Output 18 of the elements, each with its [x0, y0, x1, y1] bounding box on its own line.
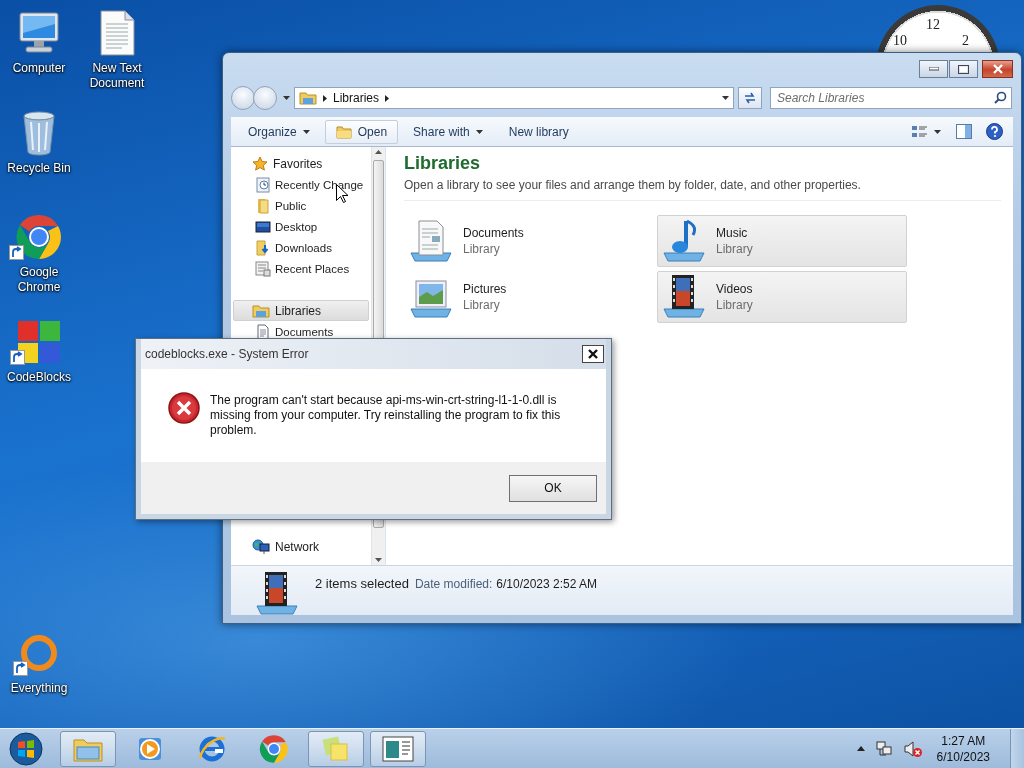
library-name: Videos	[716, 282, 753, 296]
clock-numeral: 12	[926, 17, 940, 32]
page-heading: Libraries	[404, 153, 482, 174]
library-name: Music	[716, 226, 749, 240]
page-description: Open a library to see your files and arrange them by folder, date, and other properties.	[404, 178, 1001, 201]
detail-label: Date modified:	[414, 577, 493, 591]
library-type: Library	[716, 242, 753, 256]
selection-count: 2 items selected	[315, 576, 409, 591]
library-name: Pictures	[463, 282, 507, 296]
clock-numeral: 2	[962, 33, 969, 48]
clock-numeral: 10	[893, 33, 907, 48]
library-type: Library	[463, 242, 501, 256]
library-type: Library	[463, 298, 501, 312]
detail-value: 6/10/2023 2:52 AM	[496, 577, 598, 591]
dialog-title: codeblocks.exe - System Error	[145, 347, 309, 361]
error-message: The program can't start because api-ms-win-crt-string-l1-1-0.dll is missing from your computer. Try reinstalling the program to fix this problem.	[210, 393, 562, 439]
library-name: Documents	[463, 226, 524, 240]
library-type: Library	[716, 298, 753, 312]
